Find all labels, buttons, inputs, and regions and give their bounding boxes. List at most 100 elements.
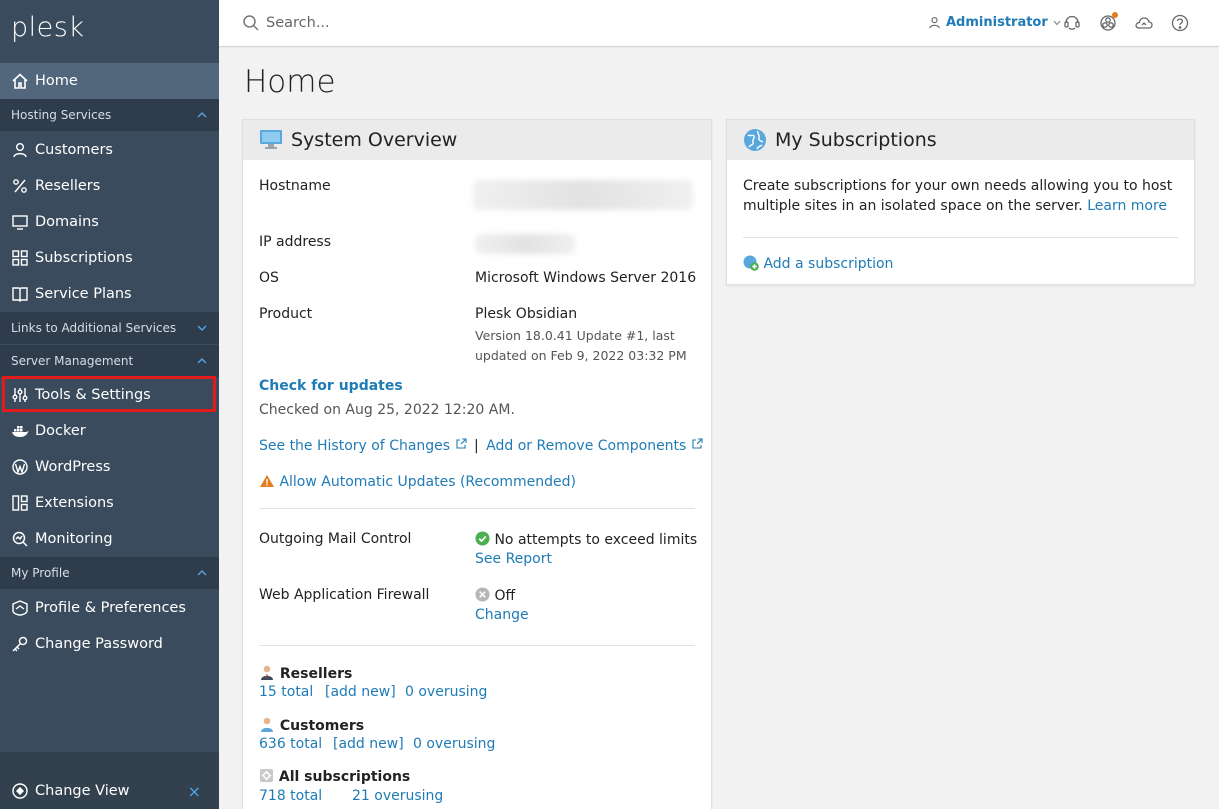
- sidebar-item-label: Service Plans: [35, 286, 132, 302]
- resellers-overusing-link[interactable]: 0 overusing: [405, 684, 487, 700]
- version-line-2: updated on Feb 9, 2022 03:32 PM: [475, 348, 687, 363]
- docker-icon: [11, 422, 29, 440]
- sidebar-item-docker[interactable]: Docker: [0, 413, 219, 449]
- sidebar-item-domains[interactable]: Domains: [0, 204, 219, 240]
- sidebar-item-resellers[interactable]: Resellers: [0, 168, 219, 204]
- add-subscription-link[interactable]: Add a subscription: [763, 256, 893, 272]
- allow-auto-updates-link[interactable]: Allow Automatic Updates (Recommended): [279, 474, 576, 490]
- sidebar-item-monitoring[interactable]: Monitoring: [0, 521, 219, 557]
- waf-change-link[interactable]: Change: [475, 607, 529, 623]
- subscriptions-overusing-link[interactable]: 21 overusing: [352, 788, 443, 804]
- checked-on-text: Checked on Aug 25, 2022 12:20 AM.: [259, 402, 515, 418]
- sidebar: plesk Home Hosting Services Customers Re…: [0, 0, 219, 809]
- group-links-additional[interactable]: Links to Additional Services: [0, 312, 219, 344]
- card-header: System Overview: [243, 120, 711, 160]
- auto-updates-row: Allow Automatic Updates (Recommended): [259, 474, 576, 490]
- resellers-add-link[interactable]: [add new]: [325, 684, 396, 700]
- customers-add-link[interactable]: [add new]: [333, 736, 404, 752]
- learn-more-link[interactable]: Learn more: [1087, 198, 1167, 214]
- customers-overusing-link[interactable]: 0 overusing: [413, 736, 495, 752]
- search-input[interactable]: [266, 11, 626, 35]
- add-subscription-row[interactable]: Add a subscription: [743, 255, 893, 272]
- cloud-icon[interactable]: [1134, 13, 1154, 33]
- resellers-title-text: Resellers: [279, 666, 353, 682]
- change-view-label: Change View: [35, 783, 130, 799]
- sidebar-item-change-password[interactable]: Change Password: [0, 626, 219, 662]
- warning-icon: [260, 475, 274, 487]
- percent-icon: [11, 177, 29, 195]
- os-value: Microsoft Windows Server 2016: [475, 270, 697, 286]
- sidebar-item-label: Resellers: [35, 178, 101, 194]
- group-server-management[interactable]: Server Management: [0, 345, 219, 377]
- user-icon: [929, 17, 940, 29]
- product-value: Plesk Obsidian: [475, 306, 578, 322]
- waf-value: Off: [494, 588, 516, 604]
- reseller-icon: [261, 665, 273, 680]
- key-icon: [11, 635, 29, 653]
- sidebar-item-label: Subscriptions: [35, 250, 133, 266]
- external-link-icon: [455, 438, 467, 449]
- user-menu[interactable]: Administrator: [928, 15, 1066, 30]
- hostname-value-redacted: [473, 180, 693, 210]
- close-icon[interactable]: ×: [188, 782, 201, 801]
- mail-control-value: No attempts to exceed limits: [494, 532, 698, 548]
- computer-icon: [259, 129, 283, 151]
- sidebar-item-label: Change Password: [35, 636, 163, 652]
- mail-control-status: No attempts to exceed limits: [475, 531, 697, 548]
- divider: [743, 237, 1178, 238]
- sidebar-item-home[interactable]: Home: [0, 63, 219, 99]
- my-subscriptions-card: My Subscriptions Create subscriptions fo…: [726, 119, 1195, 285]
- change-view-button[interactable]: Change View ×: [0, 773, 219, 809]
- sidebar-item-profile-preferences[interactable]: Profile & Preferences: [0, 590, 219, 626]
- resellers-summary-title: Resellers: [259, 664, 352, 682]
- customers-summary-title: Customers: [259, 716, 364, 734]
- divider: [259, 508, 695, 509]
- user-icon: [11, 141, 29, 159]
- add-remove-components-link[interactable]: Add or Remove Components: [486, 438, 686, 454]
- off-circle-icon: [475, 587, 490, 602]
- check-updates-link[interactable]: Check for updates: [259, 378, 403, 394]
- extensions-icon: [11, 494, 29, 512]
- see-report-link[interactable]: See Report: [475, 551, 552, 567]
- support-icon[interactable]: [1062, 13, 1082, 33]
- plesk-logo[interactable]: plesk: [11, 12, 84, 43]
- subscriptions-total-link[interactable]: 718 total: [259, 788, 322, 804]
- help-icon[interactable]: [1170, 13, 1190, 33]
- chevron-down-icon: [197, 325, 207, 332]
- sidebar-item-wordpress[interactable]: WordPress: [0, 449, 219, 485]
- customers-total-link[interactable]: 636 total: [259, 736, 322, 752]
- group-label: Hosting Services: [11, 108, 112, 122]
- sidebar-item-service-plans[interactable]: Service Plans: [0, 276, 219, 312]
- sidebar-item-label: Profile & Preferences: [35, 600, 186, 616]
- ip-label: IP address: [259, 234, 332, 250]
- group-my-profile[interactable]: My Profile: [0, 557, 219, 589]
- notification-dot: [1112, 12, 1118, 18]
- sidebar-item-tools-settings[interactable]: Tools & Settings: [0, 377, 219, 413]
- customer-icon: [261, 717, 273, 732]
- ip-value-redacted: [475, 234, 575, 254]
- sidebar-item-label: Domains: [35, 214, 99, 230]
- eye-icon: [11, 782, 29, 800]
- add-subscription-icon: [743, 255, 759, 271]
- home-icon: [11, 72, 29, 90]
- desc-text: multiple sites in an isolated space on t…: [743, 198, 1083, 214]
- my-subscriptions-desc-1: Create subscriptions for your own needs …: [743, 178, 1173, 194]
- waf-status: Off: [475, 587, 515, 604]
- group-label: Server Management: [11, 354, 134, 368]
- divider: [259, 645, 695, 646]
- group-hosting-services[interactable]: Hosting Services: [0, 99, 219, 131]
- subscriptions-summary-title: All subscriptions: [259, 768, 410, 785]
- external-link-icon: [692, 438, 703, 449]
- sidebar-item-extensions[interactable]: Extensions: [0, 485, 219, 521]
- topbar: Administrator: [219, 0, 1219, 47]
- grid-icon: [11, 249, 29, 267]
- card-title: My Subscriptions: [775, 129, 937, 151]
- sidebar-item-label: WordPress: [35, 459, 111, 475]
- chevron-up-icon: [197, 111, 207, 118]
- resellers-total-link[interactable]: 15 total: [259, 684, 313, 700]
- history-of-changes-link[interactable]: See the History of Changes: [259, 438, 450, 454]
- my-subscriptions-desc-2: multiple sites in an isolated space on t…: [743, 198, 1167, 214]
- link-separator: |: [474, 438, 479, 454]
- sidebar-item-subscriptions[interactable]: Subscriptions: [0, 240, 219, 276]
- sidebar-item-customers[interactable]: Customers: [0, 132, 219, 168]
